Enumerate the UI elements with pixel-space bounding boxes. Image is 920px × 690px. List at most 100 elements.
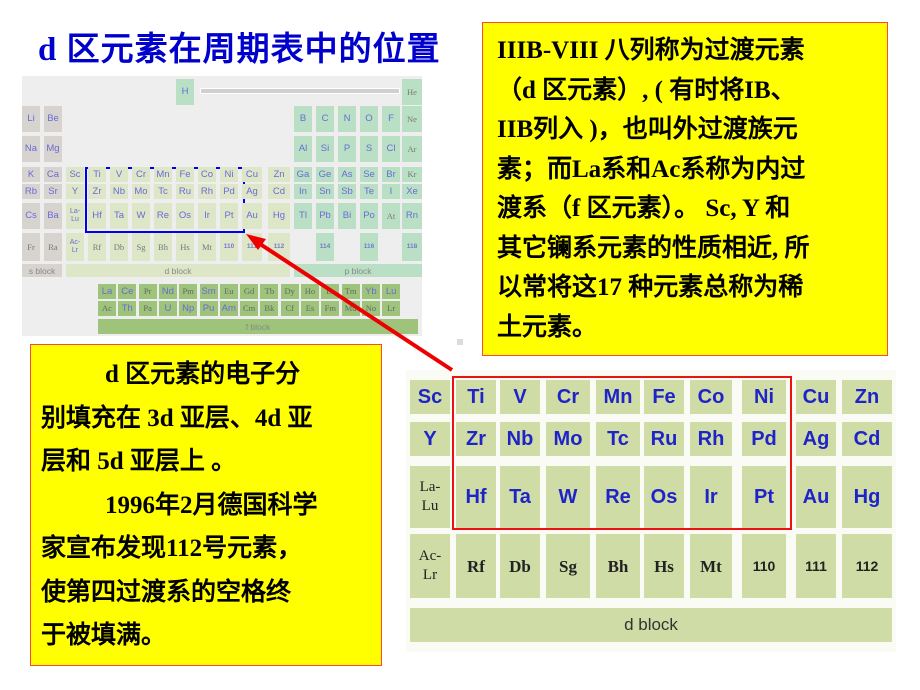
element-cell-zn: Zn: [268, 167, 290, 182]
element-cell-ru: Ru: [176, 184, 194, 199]
periodic-table-small: H He Li Be B C N O F Ne Na Mg Al Si P S Cl Ar K Ca Sc Ti V Cr Mn…: [22, 76, 422, 336]
element-cell-i: I: [382, 184, 400, 199]
element-cell-sc: Sc: [410, 380, 450, 414]
element-cell-mo: Mo: [132, 184, 150, 199]
element-cell-cd: Cd: [842, 422, 892, 456]
element-cell-rf: Rf: [88, 233, 106, 261]
element-cell-cm: Cm: [240, 301, 259, 316]
f-block-label: f block: [98, 319, 418, 334]
element-cell-cl: Cl: [382, 136, 400, 162]
element-cell-si: Si: [316, 136, 334, 162]
element-cell-at: At: [382, 203, 400, 229]
element-cell-ga: Ga: [294, 167, 312, 182]
right-box-line: IIB列入 )，也叫外过渡族元: [497, 116, 798, 143]
left-box-line: 使第四过渡系的空格终: [41, 578, 292, 606]
element-cell-na: Na: [22, 136, 40, 162]
element-cell-ce: Ce: [118, 284, 137, 299]
element-cell-ag: Ag: [796, 422, 836, 456]
right-box-line: 以常将这17 种元素总称为稀: [497, 274, 804, 301]
element-cell-sn: Sn: [316, 184, 334, 199]
element-cell-cd: Cd: [268, 184, 290, 199]
element-cell-ar: Ar: [402, 136, 422, 162]
d-block-label: d block: [410, 608, 892, 642]
element-cell-mn: Mn: [154, 167, 172, 182]
element-cell-pm: Pm: [179, 284, 198, 299]
element-cell-nd: Nd: [158, 284, 177, 299]
element-cell-al: Al: [294, 136, 312, 162]
left-box-line: 1996年2月德国科学: [105, 491, 318, 519]
element-cell-cf: Cf: [280, 301, 299, 316]
element-cell-ge: Ge: [316, 167, 334, 182]
right-box-line: 土元素。: [497, 313, 598, 341]
element-cell-nb: Nb: [110, 184, 128, 199]
element-cell-bk: Bk: [260, 301, 279, 316]
element-cell-as: As: [338, 167, 356, 182]
element-cell-tl: Tl: [294, 203, 312, 229]
d-block-label-small: d block: [66, 264, 290, 277]
element-cell-ca: Ca: [44, 167, 62, 182]
element-cell-au: Au: [242, 203, 262, 229]
element-cell-114: 114: [316, 233, 334, 261]
element-cell-mt: Mt: [198, 233, 216, 261]
element-cell-ti: Ti: [88, 167, 106, 182]
element-cell-hf: Hf: [88, 203, 106, 229]
element-cell-la-lu: La- Lu: [410, 466, 450, 528]
element-cell-tm: Tm: [341, 284, 360, 299]
element-cell-v: V: [110, 167, 128, 182]
element-cell-ta: Ta: [110, 203, 128, 229]
right-box-line: IIIB-VIII 八列称为过渡元素: [497, 37, 805, 64]
element-cell-cu: Cu: [796, 380, 836, 414]
element-cell-u: U: [158, 301, 177, 316]
element-cell-lr: Lr: [382, 301, 401, 316]
element-cell-k: K: [22, 167, 40, 182]
element-cell-c: C: [316, 106, 334, 132]
element-cell-111: 111: [796, 534, 836, 598]
element-cell-sr: Sr: [44, 184, 62, 199]
element-cell-be: Be: [44, 106, 62, 132]
element-cell-pa: Pa: [138, 301, 157, 316]
element-cell-in: In: [294, 184, 312, 199]
element-cell-110: 110: [742, 534, 786, 598]
element-cell-w: W: [132, 203, 150, 229]
element-cell-db: Db: [110, 233, 128, 261]
element-cell-rb: Rb: [22, 184, 40, 199]
element-cell-y: Y: [66, 184, 84, 199]
p-block-label: p block: [294, 264, 422, 277]
element-cell-ac-lr: Ac- Lr: [410, 534, 450, 598]
element-cell-os: Os: [176, 203, 194, 229]
element-cell-hs: Hs: [176, 233, 194, 261]
element-cell-eu: Eu: [219, 284, 238, 299]
element-cell-sg: Sg: [132, 233, 150, 261]
element-cell-118: 118: [402, 233, 422, 261]
element-cell-bh: Bh: [154, 233, 172, 261]
element-cell-po: Po: [360, 203, 378, 229]
element-cell-y: Y: [410, 422, 450, 456]
left-box-line: 层和 5d 亚层上 。: [41, 448, 237, 475]
element-cell-ne: Ne: [402, 106, 422, 132]
decorative-dot: [457, 339, 463, 345]
left-box-line: d 区元素的电子分: [105, 361, 301, 388]
element-cell-li: Li: [22, 106, 40, 132]
element-cell-ba: Ba: [44, 203, 62, 229]
left-box-line: 别填充在 3d 亚层、4d 亚: [41, 404, 313, 432]
element-cell-fm: Fm: [321, 301, 340, 316]
element-cell-lu: Lu: [382, 284, 401, 299]
element-cell-np: Np: [179, 301, 198, 316]
right-box-line: 渡系（f 区元素）。 Sc, Y 和: [497, 195, 791, 222]
element-cell-fe: Fe: [176, 167, 194, 182]
right-box-line: 其它镧系元素的性质相近, 所: [497, 234, 810, 262]
element-cell-yb: Yb: [361, 284, 380, 299]
element-cell-ac-lr: Ac- Lr: [66, 233, 84, 261]
element-cell-110: 110: [220, 233, 238, 261]
d-block-highlight-large: [452, 376, 792, 530]
element-cell-ag: Ag: [242, 184, 262, 199]
element-cell-es: Es: [301, 301, 319, 316]
element-cell-kr: Kr: [402, 167, 422, 182]
element-cell-ac: Ac: [98, 301, 116, 316]
element-cell-tb: Tb: [260, 284, 279, 299]
element-cell-s: S: [360, 136, 378, 162]
element-cell-cr: Cr: [132, 167, 150, 182]
element-cell-co: Co: [198, 167, 216, 182]
element-cell-gd: Gd: [240, 284, 259, 299]
element-cell-n: N: [338, 106, 356, 132]
